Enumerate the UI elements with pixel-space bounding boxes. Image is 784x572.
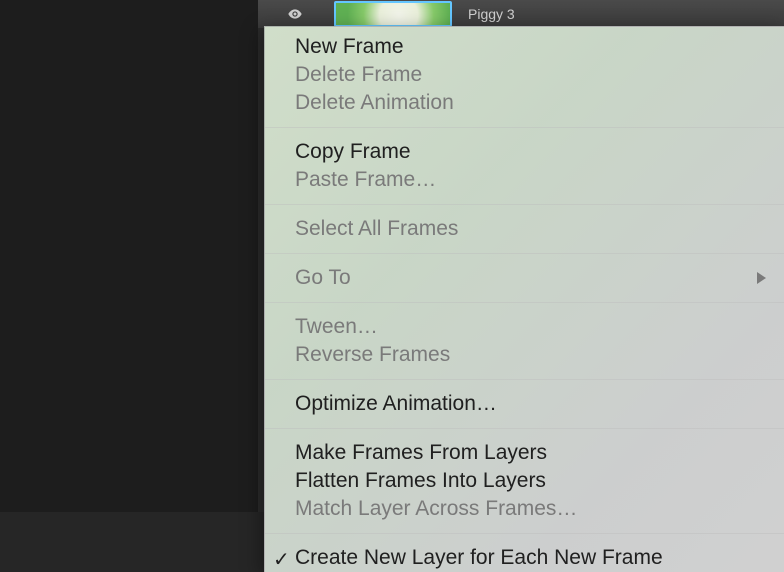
menu-separator (265, 428, 784, 429)
menu-item-match-layer-across-frames[interactable]: Match Layer Across Frames… (265, 495, 784, 523)
menu-item-make-frames-from-layers[interactable]: Make Frames From Layers (265, 439, 784, 467)
menu-item-flatten-frames-into-layers[interactable]: Flatten Frames Into Layers (265, 467, 784, 495)
menu-separator (265, 253, 784, 254)
menu-item-copy-frame[interactable]: Copy Frame (265, 138, 784, 166)
visibility-cell[interactable] (258, 6, 332, 22)
menu-item-paste-frame[interactable]: Paste Frame… (265, 166, 784, 194)
menu-item-delete-animation[interactable]: Delete Animation (265, 89, 784, 117)
menu-item-tween[interactable]: Tween… (265, 313, 784, 341)
app-root: Piggy 3 New Frame Delete Frame Delete An… (0, 0, 784, 572)
menu-separator (265, 302, 784, 303)
menu-item-select-all-frames[interactable]: Select All Frames (265, 215, 784, 243)
layers-row: Piggy 3 (258, 0, 784, 28)
menu-item-optimize-animation[interactable]: Optimize Animation… (265, 390, 784, 418)
menu-separator (265, 533, 784, 534)
menu-item-delete-frame[interactable]: Delete Frame (265, 61, 784, 89)
menu-separator (265, 379, 784, 380)
menu-item-new-frame[interactable]: New Frame (265, 33, 784, 61)
checkmark-icon: ✓ (273, 546, 290, 572)
menu-item-create-new-layer-each-frame[interactable]: ✓ Create New Layer for Each New Frame (265, 544, 784, 572)
layer-name-label[interactable]: Piggy 3 (468, 6, 515, 22)
menu-item-label: Create New Layer for Each New Frame (295, 546, 663, 569)
submenu-arrow-icon (757, 272, 766, 284)
menu-separator (265, 127, 784, 128)
eye-icon (287, 6, 303, 22)
menu-item-label: Go To (295, 266, 351, 289)
menu-separator (265, 204, 784, 205)
menu-item-reverse-frames[interactable]: Reverse Frames (265, 341, 784, 369)
canvas-area (0, 0, 258, 512)
timeline-flyout-menu: New Frame Delete Frame Delete Animation … (264, 26, 784, 572)
layer-thumbnail[interactable] (334, 1, 452, 27)
menu-item-go-to[interactable]: Go To (265, 264, 784, 292)
